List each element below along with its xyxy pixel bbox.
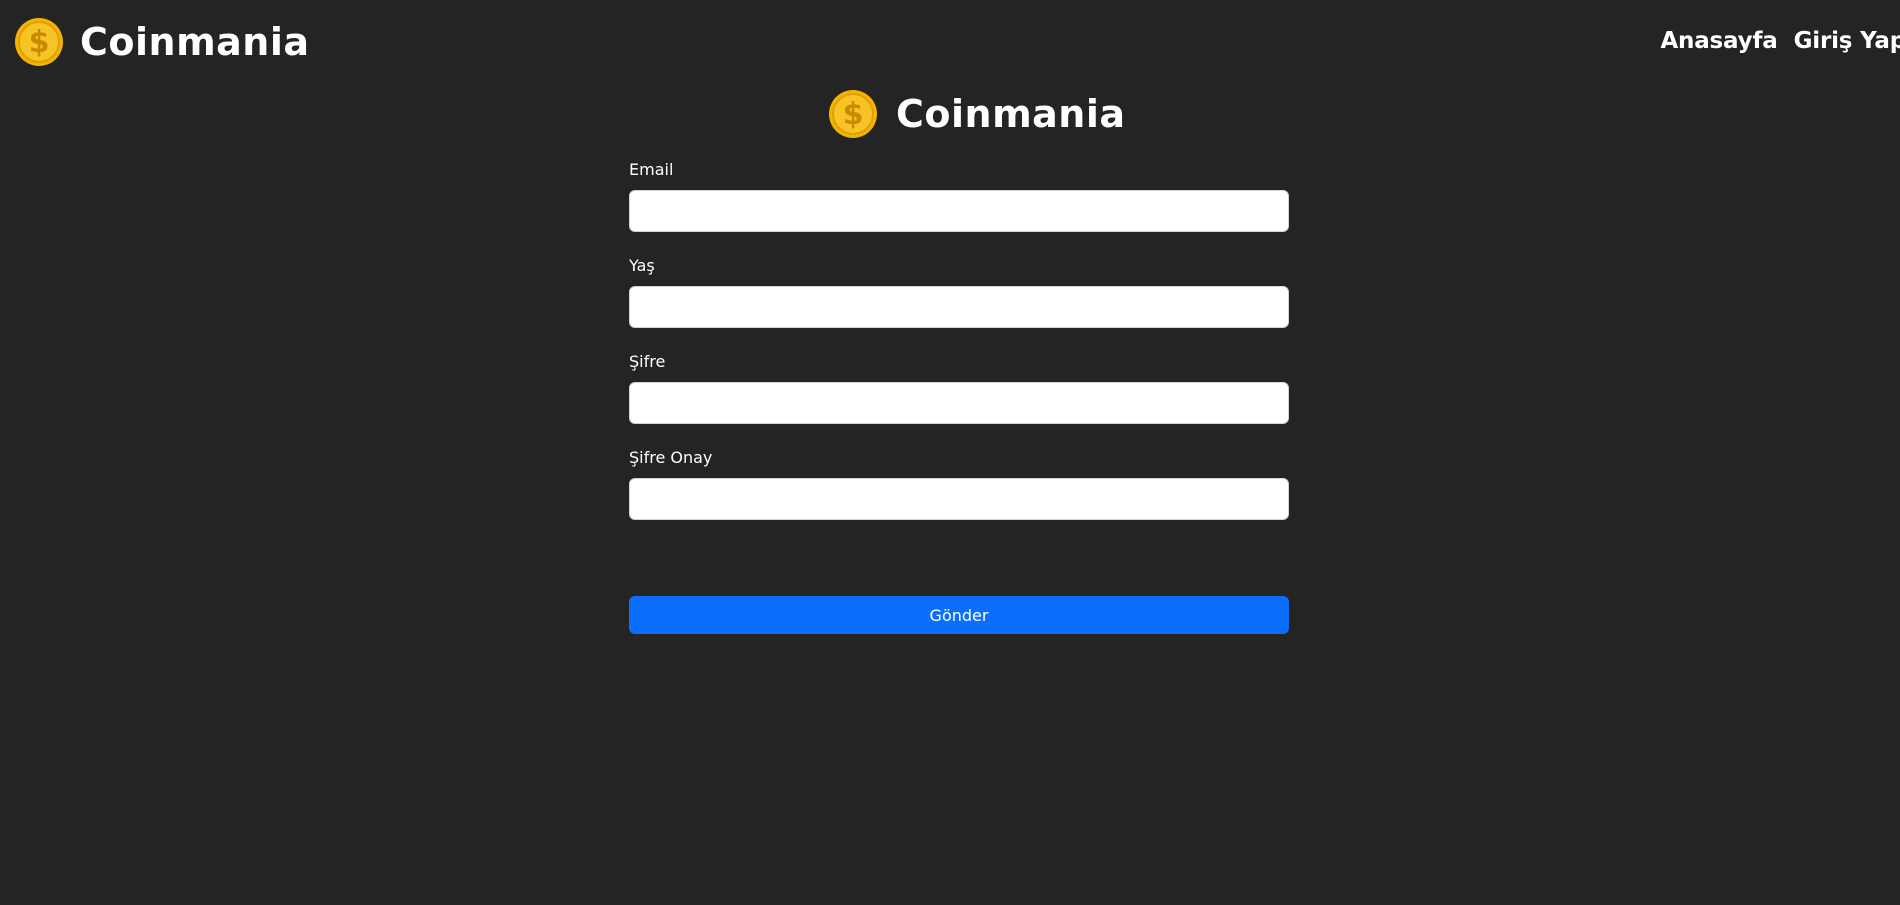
age-field-group: Yaş — [629, 256, 1289, 328]
nav-link-home[interactable]: Anasayfa — [1660, 24, 1777, 58]
svg-text:$: $ — [843, 97, 864, 132]
age-label: Yaş — [629, 256, 655, 275]
register-form: Email Yaş Şifre Şifre Onay — [629, 160, 1289, 544]
password-field[interactable] — [629, 382, 1289, 424]
brand-link[interactable]: $ Coinmania — [14, 17, 310, 67]
coin-dollar-icon: $ — [15, 18, 63, 66]
password-label: Şifre — [629, 352, 666, 371]
email-field-group: Email — [629, 160, 1289, 232]
email-label: Email — [629, 160, 674, 179]
navbar: $ Coinmania Anasayfa Giriş Yap — [0, 0, 1900, 84]
nav-links: Anasayfa Giriş Yap — [1660, 24, 1900, 58]
password-field-group: Şifre — [629, 352, 1289, 424]
password-confirm-field[interactable] — [629, 478, 1289, 520]
password-confirm-label: Şifre Onay — [629, 448, 713, 467]
form-brand-title: Coinmania — [896, 92, 1126, 136]
submit-button[interactable]: Gönder — [629, 596, 1289, 634]
brand-title: Coinmania — [80, 20, 310, 64]
email-field[interactable] — [629, 190, 1289, 232]
svg-text:$: $ — [29, 25, 50, 60]
coin-dollar-icon: $ — [829, 90, 877, 138]
age-field[interactable] — [629, 286, 1289, 328]
nav-link-login[interactable]: Giriş Yap — [1794, 24, 1900, 58]
password-confirm-field-group: Şifre Onay — [629, 448, 1289, 520]
form-brand: $ Coinmania — [828, 89, 1126, 139]
